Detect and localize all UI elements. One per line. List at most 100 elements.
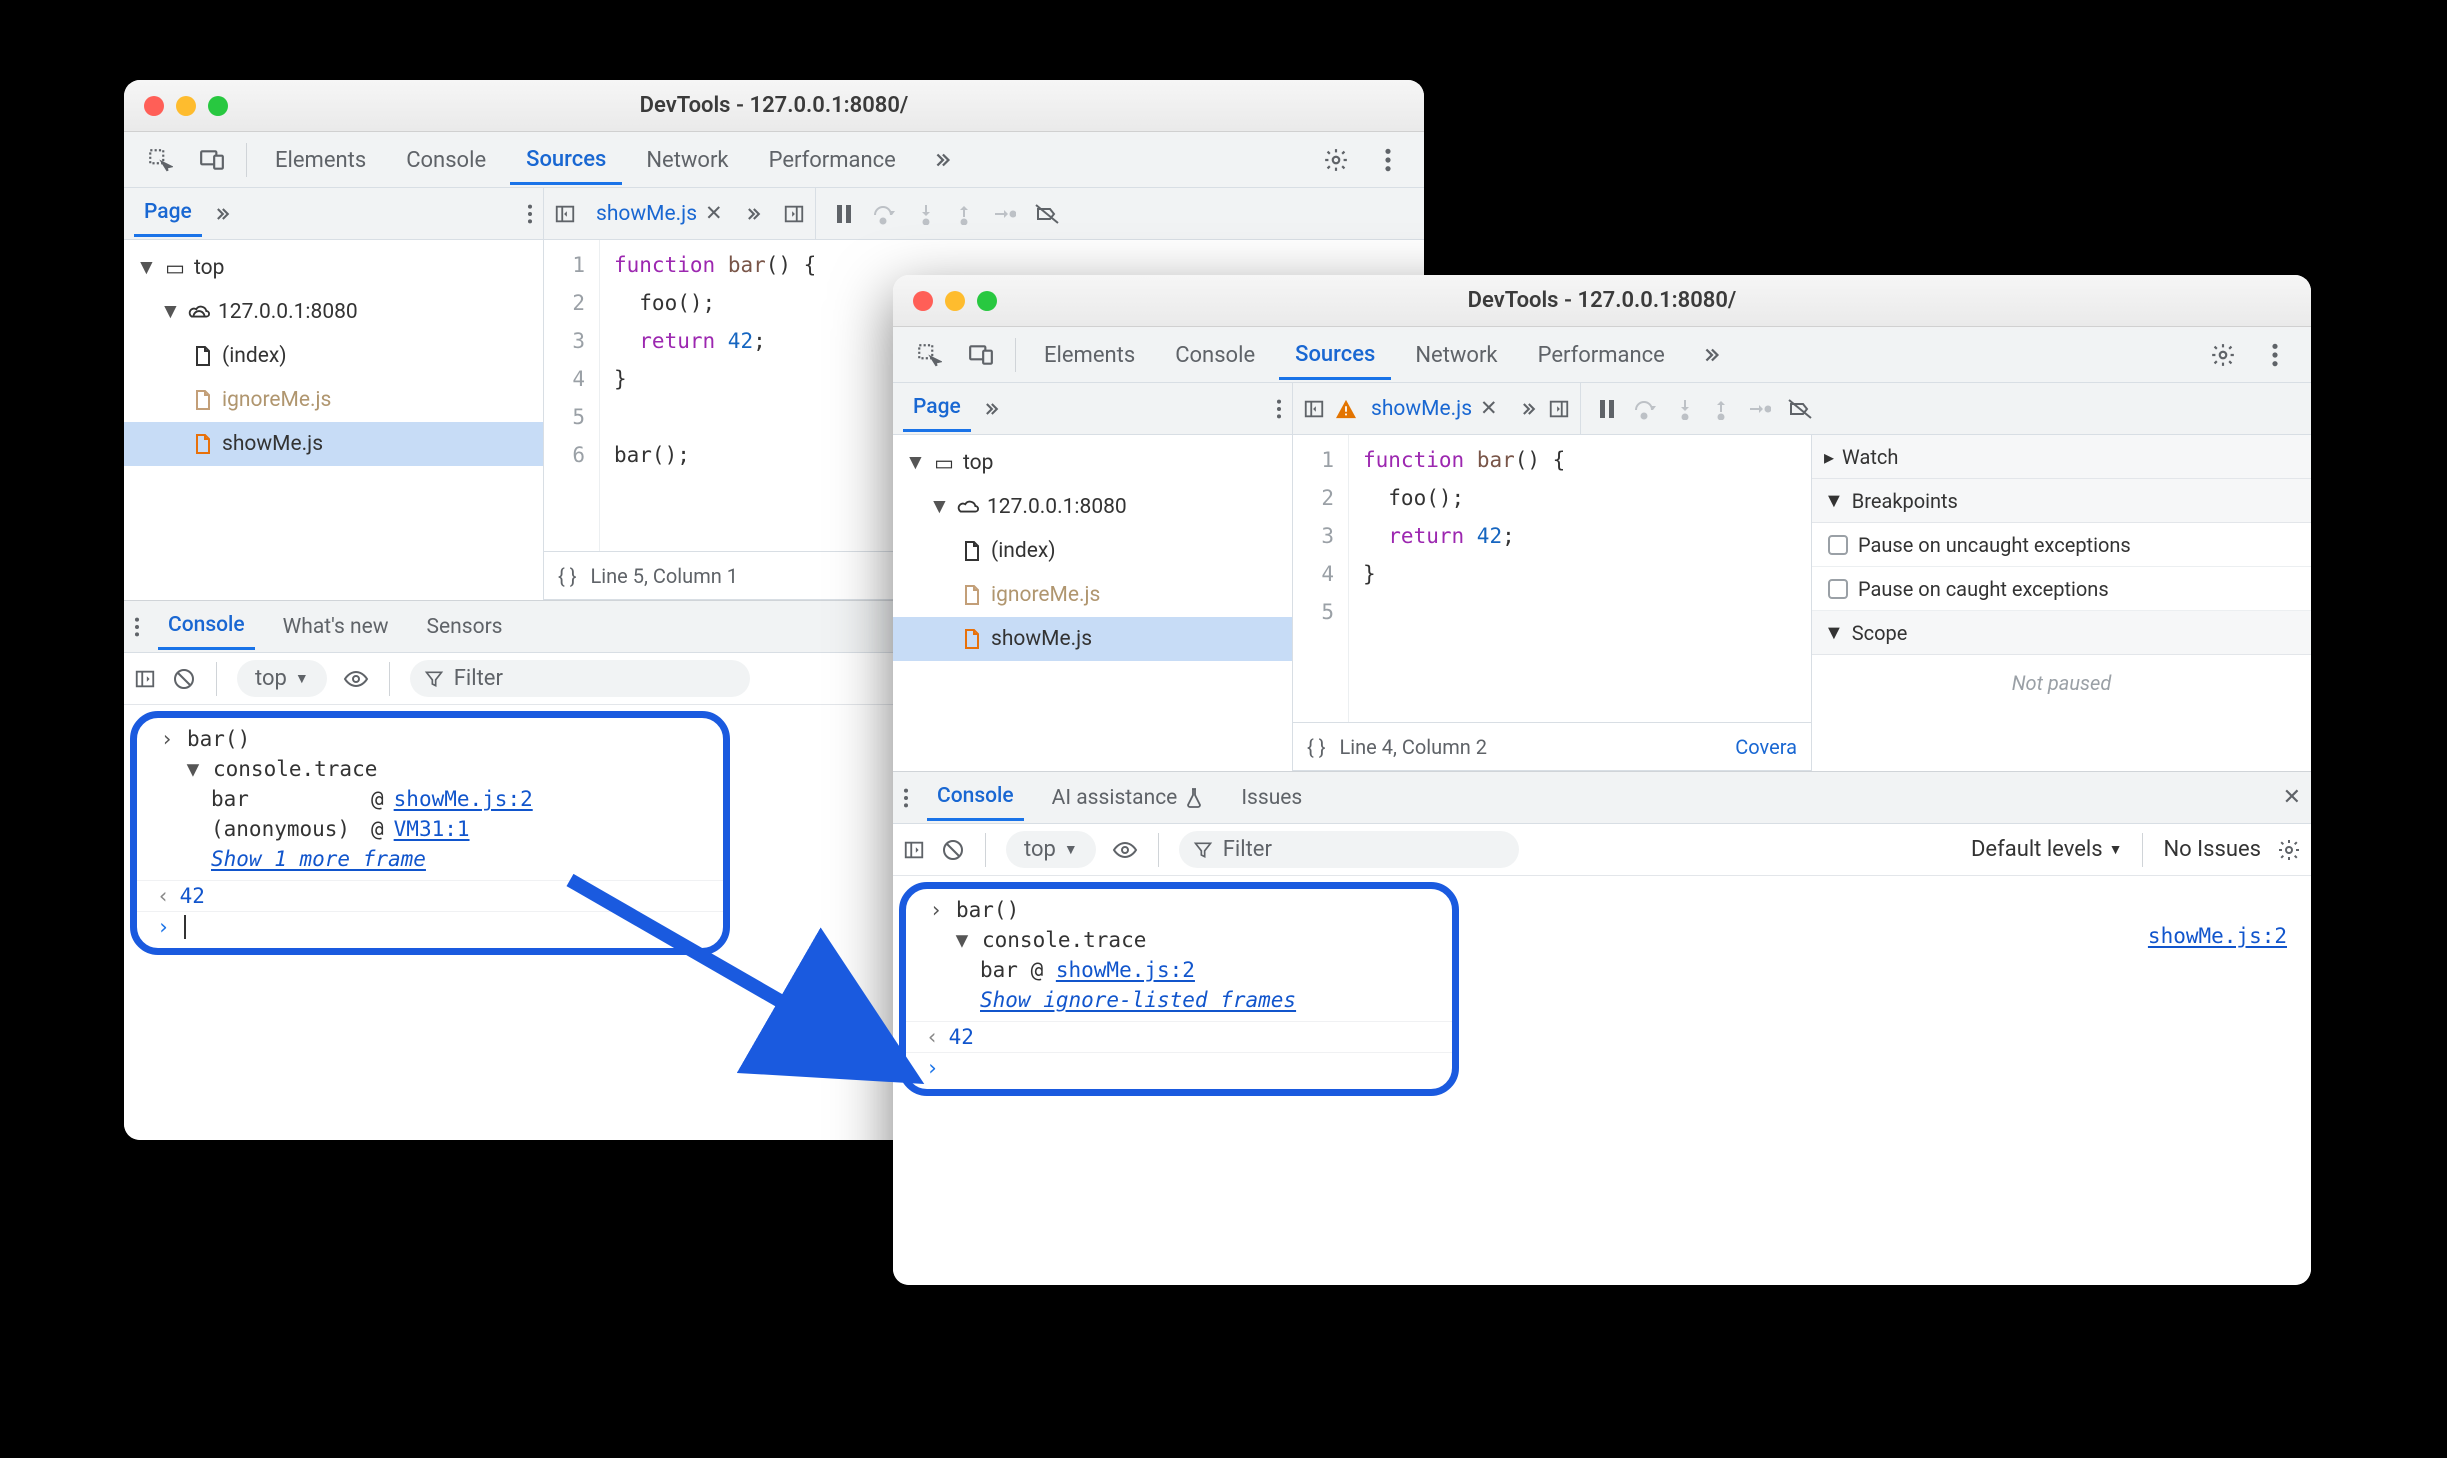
- source-link[interactable]: VM31:1: [394, 817, 470, 841]
- inspect-icon[interactable]: [907, 333, 951, 377]
- tab-console[interactable]: Console: [390, 136, 502, 183]
- tab-elements[interactable]: Elements: [1028, 331, 1151, 378]
- step-icon[interactable]: [992, 203, 1016, 225]
- log-levels[interactable]: Default levels▼: [1971, 837, 2122, 862]
- tree-file-show[interactable]: showMe.js: [893, 617, 1292, 661]
- tab-elements[interactable]: Elements: [259, 136, 382, 183]
- more-tabs-icon[interactable]: [920, 138, 964, 182]
- issues-count[interactable]: No Issues: [2163, 837, 2261, 862]
- coverage-link[interactable]: Covera: [1735, 735, 1797, 759]
- step-over-icon[interactable]: [872, 203, 898, 225]
- scope-section[interactable]: ▼Scope: [1812, 611, 2311, 655]
- filter-input[interactable]: Filter: [410, 660, 750, 697]
- drawer-tab-console[interactable]: Console: [158, 603, 255, 650]
- tab-sources[interactable]: Sources: [510, 135, 622, 185]
- kebab-icon[interactable]: [1276, 398, 1282, 420]
- deactivate-breakpoints-icon[interactable]: [1034, 203, 1060, 225]
- tree-top[interactable]: ▼▭top: [893, 441, 1292, 485]
- tree-file-ignore[interactable]: ignoreMe.js: [124, 378, 543, 422]
- step-out-icon[interactable]: [954, 203, 974, 225]
- context-selector[interactable]: top▼: [1006, 831, 1096, 868]
- debugger-toggle-icon[interactable]: [1548, 398, 1570, 420]
- minimize-icon[interactable]: [176, 96, 196, 116]
- clear-console-icon[interactable]: [941, 838, 965, 862]
- zoom-icon[interactable]: [977, 291, 997, 311]
- traffic-lights[interactable]: [144, 96, 228, 116]
- step-over-icon[interactable]: [1633, 398, 1659, 420]
- step-into-icon[interactable]: [1675, 398, 1695, 420]
- source-link[interactable]: showMe.js:2: [2148, 924, 2287, 948]
- watch-section[interactable]: ▸Watch: [1812, 435, 2311, 479]
- page-subtab[interactable]: Page: [134, 190, 202, 237]
- device-icon[interactable]: [959, 333, 1003, 377]
- traffic-lights[interactable]: [913, 291, 997, 311]
- live-expression-icon[interactable]: [343, 669, 369, 689]
- more-tabs-icon[interactable]: [1689, 333, 1733, 377]
- context-selector[interactable]: top▼: [237, 660, 327, 697]
- page-subtab[interactable]: Page: [903, 385, 971, 432]
- file-tree[interactable]: ▼▭top ▼127.0.0.1:8080 (index) ignoreMe.j…: [124, 240, 544, 600]
- titlebar[interactable]: DevTools - 127.0.0.1:8080/: [124, 80, 1424, 132]
- close-tab-icon[interactable]: ✕: [1480, 396, 1498, 421]
- titlebar[interactable]: DevTools - 127.0.0.1:8080/: [893, 275, 2311, 327]
- console-sidebar-icon[interactable]: [903, 839, 925, 861]
- drawer-tab-issues[interactable]: Issues: [1231, 776, 1312, 820]
- tree-file-index[interactable]: (index): [124, 334, 543, 378]
- nav-toggle-icon[interactable]: [554, 203, 576, 225]
- live-expression-icon[interactable]: [1112, 840, 1138, 860]
- gear-icon[interactable]: [2277, 838, 2301, 862]
- more-subtabs-icon[interactable]: [981, 399, 1001, 419]
- breakpoints-section[interactable]: ▼Breakpoints: [1812, 479, 2311, 523]
- device-icon[interactable]: [190, 138, 234, 182]
- tree-file-ignore[interactable]: ignoreMe.js: [893, 573, 1292, 617]
- deactivate-breakpoints-icon[interactable]: [1787, 398, 1813, 420]
- kebab-icon[interactable]: [134, 616, 140, 638]
- step-out-icon[interactable]: [1711, 398, 1731, 420]
- console-input[interactable]: [184, 915, 186, 939]
- format-icon[interactable]: { }: [1307, 735, 1326, 759]
- pause-caught-checkbox[interactable]: Pause on caught exceptions: [1812, 567, 2311, 611]
- show-more-frames-link[interactable]: Show 1 more frame: [211, 847, 426, 871]
- file-tree[interactable]: ▼▭top ▼127.0.0.1:8080 (index) ignoreMe.j…: [893, 435, 1293, 771]
- tree-host[interactable]: ▼127.0.0.1:8080: [893, 485, 1292, 529]
- clear-console-icon[interactable]: [172, 667, 196, 691]
- close-tab-icon[interactable]: ✕: [705, 201, 723, 226]
- tab-performance[interactable]: Performance: [753, 136, 912, 183]
- nav-toggle-icon[interactable]: [1303, 398, 1325, 420]
- inspect-icon[interactable]: [138, 138, 182, 182]
- minimize-icon[interactable]: [945, 291, 965, 311]
- show-ignored-frames-link[interactable]: Show ignore-listed frames: [980, 988, 1296, 1012]
- drawer-tab-whatsnew[interactable]: What's new: [273, 605, 399, 649]
- kebab-icon[interactable]: [1366, 138, 1410, 182]
- tree-file-show[interactable]: showMe.js: [124, 422, 543, 466]
- more-subtabs-icon[interactable]: [212, 204, 232, 224]
- close-icon[interactable]: [144, 96, 164, 116]
- pause-icon[interactable]: [834, 203, 854, 225]
- drawer-tab-sensors[interactable]: Sensors: [417, 605, 513, 649]
- tab-console[interactable]: Console: [1159, 331, 1271, 378]
- console-output[interactable]: ›bar() ▼console.trace bar @ showMe.js:2 …: [893, 876, 2311, 1285]
- tab-network[interactable]: Network: [630, 136, 744, 183]
- step-into-icon[interactable]: [916, 203, 936, 225]
- close-icon[interactable]: [913, 291, 933, 311]
- filter-input[interactable]: Filter: [1179, 831, 1519, 868]
- tree-top[interactable]: ▼▭top: [124, 246, 543, 290]
- tab-sources[interactable]: Sources: [1279, 330, 1391, 380]
- close-drawer-icon[interactable]: ✕: [2283, 785, 2301, 810]
- tab-performance[interactable]: Performance: [1522, 331, 1681, 378]
- format-icon[interactable]: { }: [558, 564, 577, 588]
- gear-icon[interactable]: [1314, 138, 1358, 182]
- pause-icon[interactable]: [1597, 398, 1617, 420]
- code-editor[interactable]: 12345 function bar() { foo(); return 42;…: [1293, 435, 1811, 723]
- console-sidebar-icon[interactable]: [134, 668, 156, 690]
- step-icon[interactable]: [1747, 398, 1771, 420]
- pause-uncaught-checkbox[interactable]: Pause on uncaught exceptions: [1812, 523, 2311, 567]
- source-link[interactable]: showMe.js:2: [394, 787, 533, 811]
- open-file-tab[interactable]: showMe.js: [1371, 397, 1472, 421]
- source-link[interactable]: showMe.js:2: [1056, 958, 1195, 982]
- tab-network[interactable]: Network: [1399, 331, 1513, 378]
- tree-host[interactable]: ▼127.0.0.1:8080: [124, 290, 543, 334]
- zoom-icon[interactable]: [208, 96, 228, 116]
- more-files-icon[interactable]: [1518, 399, 1538, 419]
- drawer-tab-console[interactable]: Console: [927, 774, 1024, 821]
